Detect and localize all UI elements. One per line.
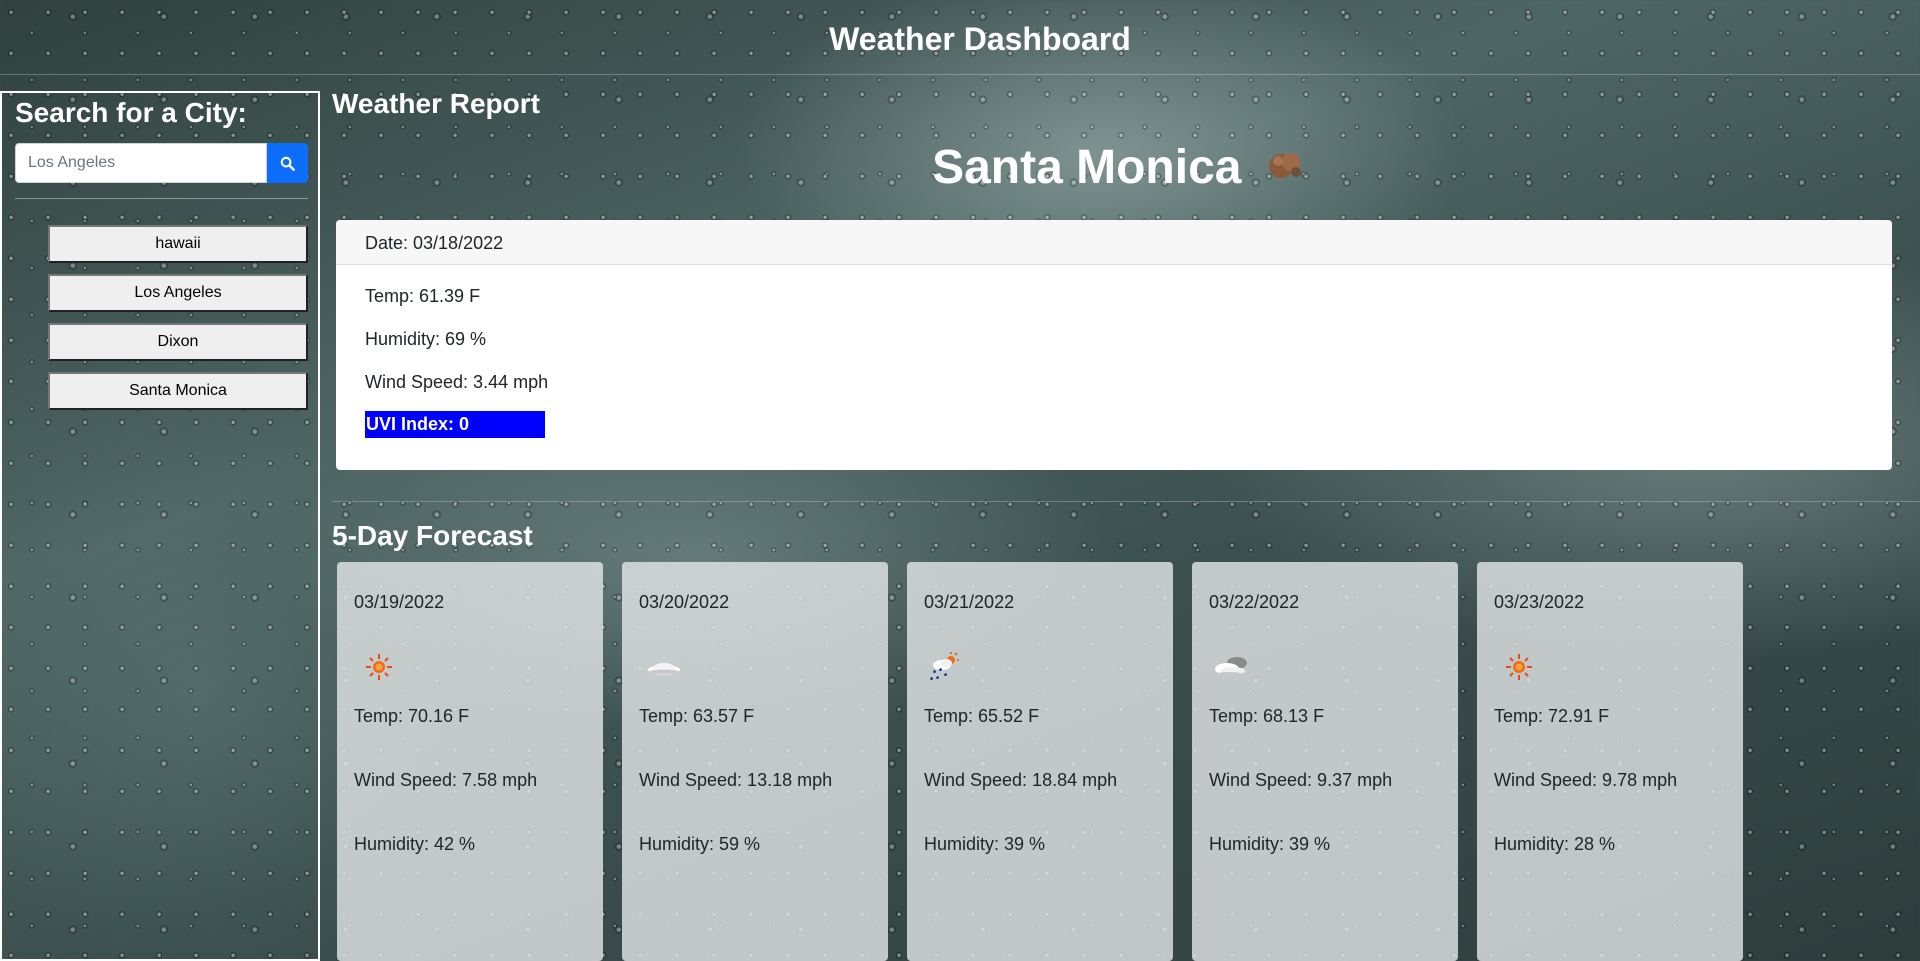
forecast-wind-speed: Wind Speed: 9.37 mph <box>1209 770 1393 790</box>
forecast-temp: Temp: 72.91 F <box>1494 706 1610 726</box>
search-history-list: hawaii Los Angeles Dixon Santa Monica <box>48 225 308 421</box>
search-heading: Search for a City: <box>15 97 247 128</box>
forecast-card: 03/23/2022 Temp: 72.91 F Wind Speed: 9.7… <box>1477 562 1743 961</box>
forecast-date: 03/20/2022 <box>639 592 730 612</box>
current-city-name: Santa Monica <box>932 141 1242 194</box>
forecast-temp: Temp: 65.52 F <box>924 706 1040 726</box>
forecast-humidity: Humidity: 28 % <box>1494 834 1616 854</box>
search-sidebar: Search for a City: hawaii Los Angeles Di… <box>0 91 320 961</box>
weather-report-heading: Weather Report <box>332 88 540 119</box>
overcast-cloud-icon <box>1264 148 1308 187</box>
sun-icon <box>366 654 392 680</box>
cloud-icon <box>648 663 680 675</box>
forecast-humidity: Humidity: 42 % <box>354 834 476 854</box>
forecast-card: 03/20/2022 Temp: 63.57 F Wind Speed: 13.… <box>622 562 888 961</box>
clouds-icon <box>1215 657 1247 676</box>
forecast-wind-speed: Wind Speed: 7.58 mph <box>354 770 538 790</box>
current-humidity: Humidity: 69 % <box>365 329 487 349</box>
forecast-date: 03/21/2022 <box>924 592 1015 612</box>
history-city-button[interactable]: Dixon <box>48 323 308 361</box>
forecast-wind-speed: Wind Speed: 18.84 mph <box>924 770 1118 790</box>
forecast-date: 03/23/2022 <box>1494 592 1585 612</box>
current-weather-card: Date: 03/18/2022 Temp: 61.39 F Humidity:… <box>336 220 1892 470</box>
forecast-humidity: Humidity: 59 % <box>639 834 761 854</box>
page-title: Weather Dashboard <box>829 21 1131 57</box>
current-city-row: Santa Monica <box>0 140 1920 195</box>
forecast-humidity: Humidity: 39 % <box>1209 834 1331 854</box>
page-header: Weather Dashboard <box>0 0 1920 75</box>
uv-index-badge: UVI Index: 0 <box>365 411 545 438</box>
forecast-date: 03/19/2022 <box>354 592 445 612</box>
forecast-temp: Temp: 70.16 F <box>354 706 470 726</box>
history-city-button[interactable]: Santa Monica <box>48 372 308 410</box>
forecast-temp: Temp: 68.13 F <box>1209 706 1325 726</box>
history-city-button[interactable]: hawaii <box>48 225 308 263</box>
history-city-button[interactable]: Los Angeles <box>48 274 308 312</box>
section-divider <box>332 501 1920 502</box>
forecast-wind-speed: Wind Speed: 9.78 mph <box>1494 770 1678 790</box>
forecast-date: 03/22/2022 <box>1209 592 1300 612</box>
forecast-card: 03/22/2022 Temp: 68.13 F Wind Speed: 9.3… <box>1192 562 1458 961</box>
forecast-card: 03/19/2022 Temp: 70.16 F Wind Speed: 7.5… <box>337 562 603 961</box>
forecast-heading: 5-Day Forecast <box>332 520 533 551</box>
current-date: Date: 03/18/2022 <box>336 220 1892 265</box>
current-wind-speed: Wind Speed: 3.44 mph <box>365 372 549 392</box>
forecast-temp: Temp: 63.57 F <box>639 706 755 726</box>
sidebar-divider <box>15 198 308 199</box>
sun-icon <box>1506 654 1532 680</box>
forecast-wind-speed: Wind Speed: 13.18 mph <box>639 770 833 790</box>
rain-sun-icon <box>930 652 959 681</box>
forecast-card: 03/21/2022 Temp: 65.52 F Wind Speed: 18.… <box>907 562 1173 961</box>
current-temp: Temp: 61.39 F <box>365 286 481 306</box>
forecast-humidity: Humidity: 39 % <box>924 834 1046 854</box>
